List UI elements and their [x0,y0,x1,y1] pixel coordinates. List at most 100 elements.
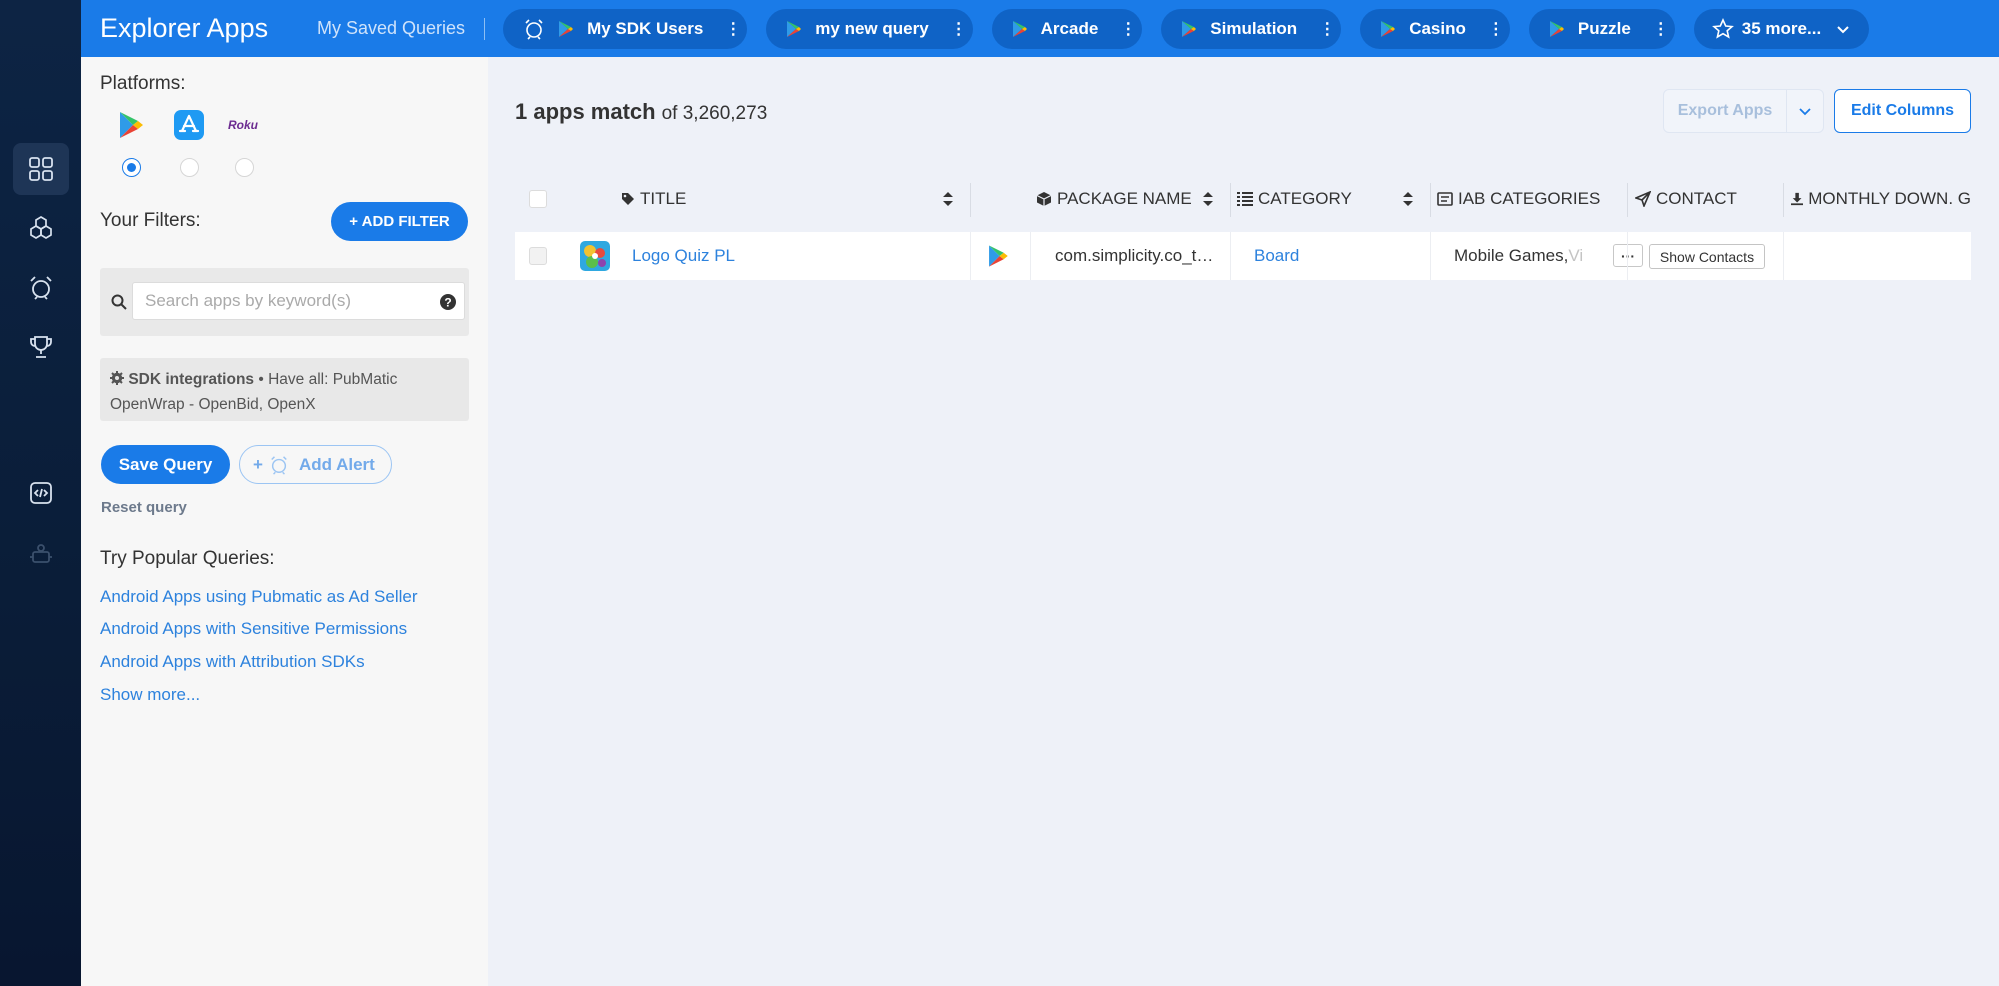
show-contacts-button[interactable]: Show Contacts [1649,244,1765,269]
apps-grid-icon[interactable] [13,143,69,195]
page-title: Explorer Apps [100,13,269,43]
sdk-filter-title: SDK integrations [128,371,255,388]
query-tab-label: Simulation [1210,18,1298,38]
query-tab-label: Arcade [1040,18,1099,38]
platform-radio-app-store[interactable] [180,158,199,177]
iab-more-button[interactable]: ··· [1613,244,1643,267]
svg-text:?: ? [444,296,451,310]
query-tab-label: Casino [1409,18,1466,38]
add-alert-button[interactable]: + Add Alert [239,445,392,484]
tab-menu-icon[interactable]: ⋮ [1120,19,1136,39]
search-icon [111,294,127,310]
match-count: 1 apps match [515,99,656,124]
column-label: CATEGORY [1258,189,1352,208]
popular-query-link[interactable]: Android Apps using Pubmatic as Ad Seller [100,587,418,607]
query-tab-label: My SDK Users [587,18,704,38]
column-header-category[interactable]: CATEGORY [1237,175,1430,223]
app-icon-image [580,241,610,271]
add-alert-label: Add Alert [298,454,375,474]
save-query-button[interactable]: Save Query [101,445,230,484]
select-all-checkbox[interactable] [529,175,547,223]
popular-queries-heading: Try Popular Queries: [100,548,275,569]
tab-menu-icon[interactable]: ⋮ [951,19,967,39]
app-icon [580,232,610,280]
trophy-icon[interactable] [13,321,69,373]
help-icon[interactable]: ? [439,293,457,311]
more-queries-dropdown[interactable]: 35 more... [1693,8,1870,49]
code-window-icon[interactable] [13,467,69,519]
query-tab-label: my new query [815,18,929,38]
results-panel: 1 apps match of 3,260,273 Export Apps Edi… [488,57,1999,986]
popular-query-link[interactable]: Android Apps with Attribution SDKs [100,652,365,672]
alarm-clock-icon[interactable] [13,262,69,314]
package-name: com.simplicity.co_t… [1055,246,1214,265]
show-more-link[interactable]: Show more... [100,685,200,705]
column-header-iab-categories[interactable]: IAB CATEGORIES [1437,175,1627,223]
category-link[interactable]: Board [1254,232,1299,280]
google-play-icon [787,20,802,37]
roku-icon[interactable]: Roku [227,109,259,141]
package-icon [1036,192,1052,206]
top-bar: Explorer Apps My Saved Queries My SDK Us… [81,0,1999,57]
chevron-down-icon [1837,25,1849,33]
sdk-filter-chip[interactable]: SDK integrations • Have all: PubMatic Op… [100,358,469,421]
iab-categories-truncated: Vi [1568,246,1584,265]
paper-plane-icon [1635,191,1651,207]
column-header-package-name[interactable]: PACKAGE NAME [1036,175,1230,223]
export-apps-button[interactable]: Export Apps [1663,89,1787,133]
gear-icon [110,371,124,385]
table-row[interactable]: Logo Quiz PL com.simplicity.co_t… Board … [515,232,1971,280]
platforms-heading: Platforms: [100,73,186,94]
google-play-icon [1549,20,1564,37]
platform-radio-roku[interactable] [235,158,254,177]
column-label: IAB CATEGORIES [1458,189,1601,208]
nav-rail [0,0,81,986]
table-header: TITLE PACKAGE NAME CATEGORY IAB CATEGORI… [515,175,1971,223]
edit-columns-button[interactable]: Edit Columns [1834,89,1971,133]
export-options-dropdown[interactable] [1786,89,1824,133]
sort-icon [943,192,953,206]
add-filter-button[interactable]: + ADD FILTER [331,202,468,241]
tab-menu-icon[interactable]: ⋮ [1488,19,1504,39]
search-input[interactable] [132,282,465,320]
platform-radio-google-play[interactable] [122,158,141,177]
id-card-icon [1437,192,1453,206]
sdk-filter-separator: • [258,371,264,388]
star-icon [1711,17,1734,39]
reset-query-link[interactable]: Reset query [101,499,187,516]
query-tab-simulation[interactable]: Simulation ⋮ [1161,8,1342,49]
column-header-monthly-downloads[interactable]: MONTHLY DOWN. G [1791,175,1971,223]
column-header-contact[interactable]: CONTACT [1635,175,1783,223]
column-label: MONTHLY DOWN. G [1808,189,1971,208]
tab-menu-icon[interactable]: ⋮ [1653,19,1669,39]
column-label: CONTACT [1656,189,1737,208]
query-tab-casino[interactable]: Casino ⋮ [1360,8,1510,49]
app-title-link[interactable]: Logo Quiz PL [632,232,962,280]
query-tab-puzzle[interactable]: Puzzle ⋮ [1528,8,1675,49]
query-tab-my-sdk-users[interactable]: My SDK Users ⋮ [503,8,748,49]
divider [484,17,486,40]
monthly-downloads [1791,232,1971,280]
tab-menu-icon[interactable]: ⋮ [1319,19,1335,39]
popular-query-link[interactable]: Android Apps with Sensitive Permissions [100,619,407,639]
robot-icon[interactable] [13,527,69,579]
query-tab-label: Puzzle [1577,18,1631,38]
add-alert-plus: + [253,454,263,474]
app-store-icon[interactable] [173,109,205,141]
column-label: PACKAGE NAME [1057,189,1192,208]
alarm-clock-icon [525,18,543,40]
sdk-cubes-icon[interactable] [13,202,69,254]
row-checkbox[interactable] [529,232,547,280]
iab-categories: Mobile Games, Vi [1454,232,1614,280]
my-saved-queries-link[interactable]: My Saved Queries [317,18,465,39]
sort-icon [1403,192,1413,206]
column-header-title[interactable]: TITLE [621,175,970,223]
query-tab-my-new-query[interactable]: my new query ⋮ [766,8,973,49]
tab-menu-icon[interactable]: ⋮ [725,19,741,39]
google-play-icon [985,232,1011,280]
google-play-icon[interactable] [115,109,147,141]
query-tab-arcade[interactable]: Arcade ⋮ [991,8,1143,49]
filter-sidebar: Platforms: Roku Your Filters: + ADD FILT… [81,57,488,986]
google-play-icon [1381,20,1396,37]
your-filters-heading: Your Filters: [100,210,201,231]
